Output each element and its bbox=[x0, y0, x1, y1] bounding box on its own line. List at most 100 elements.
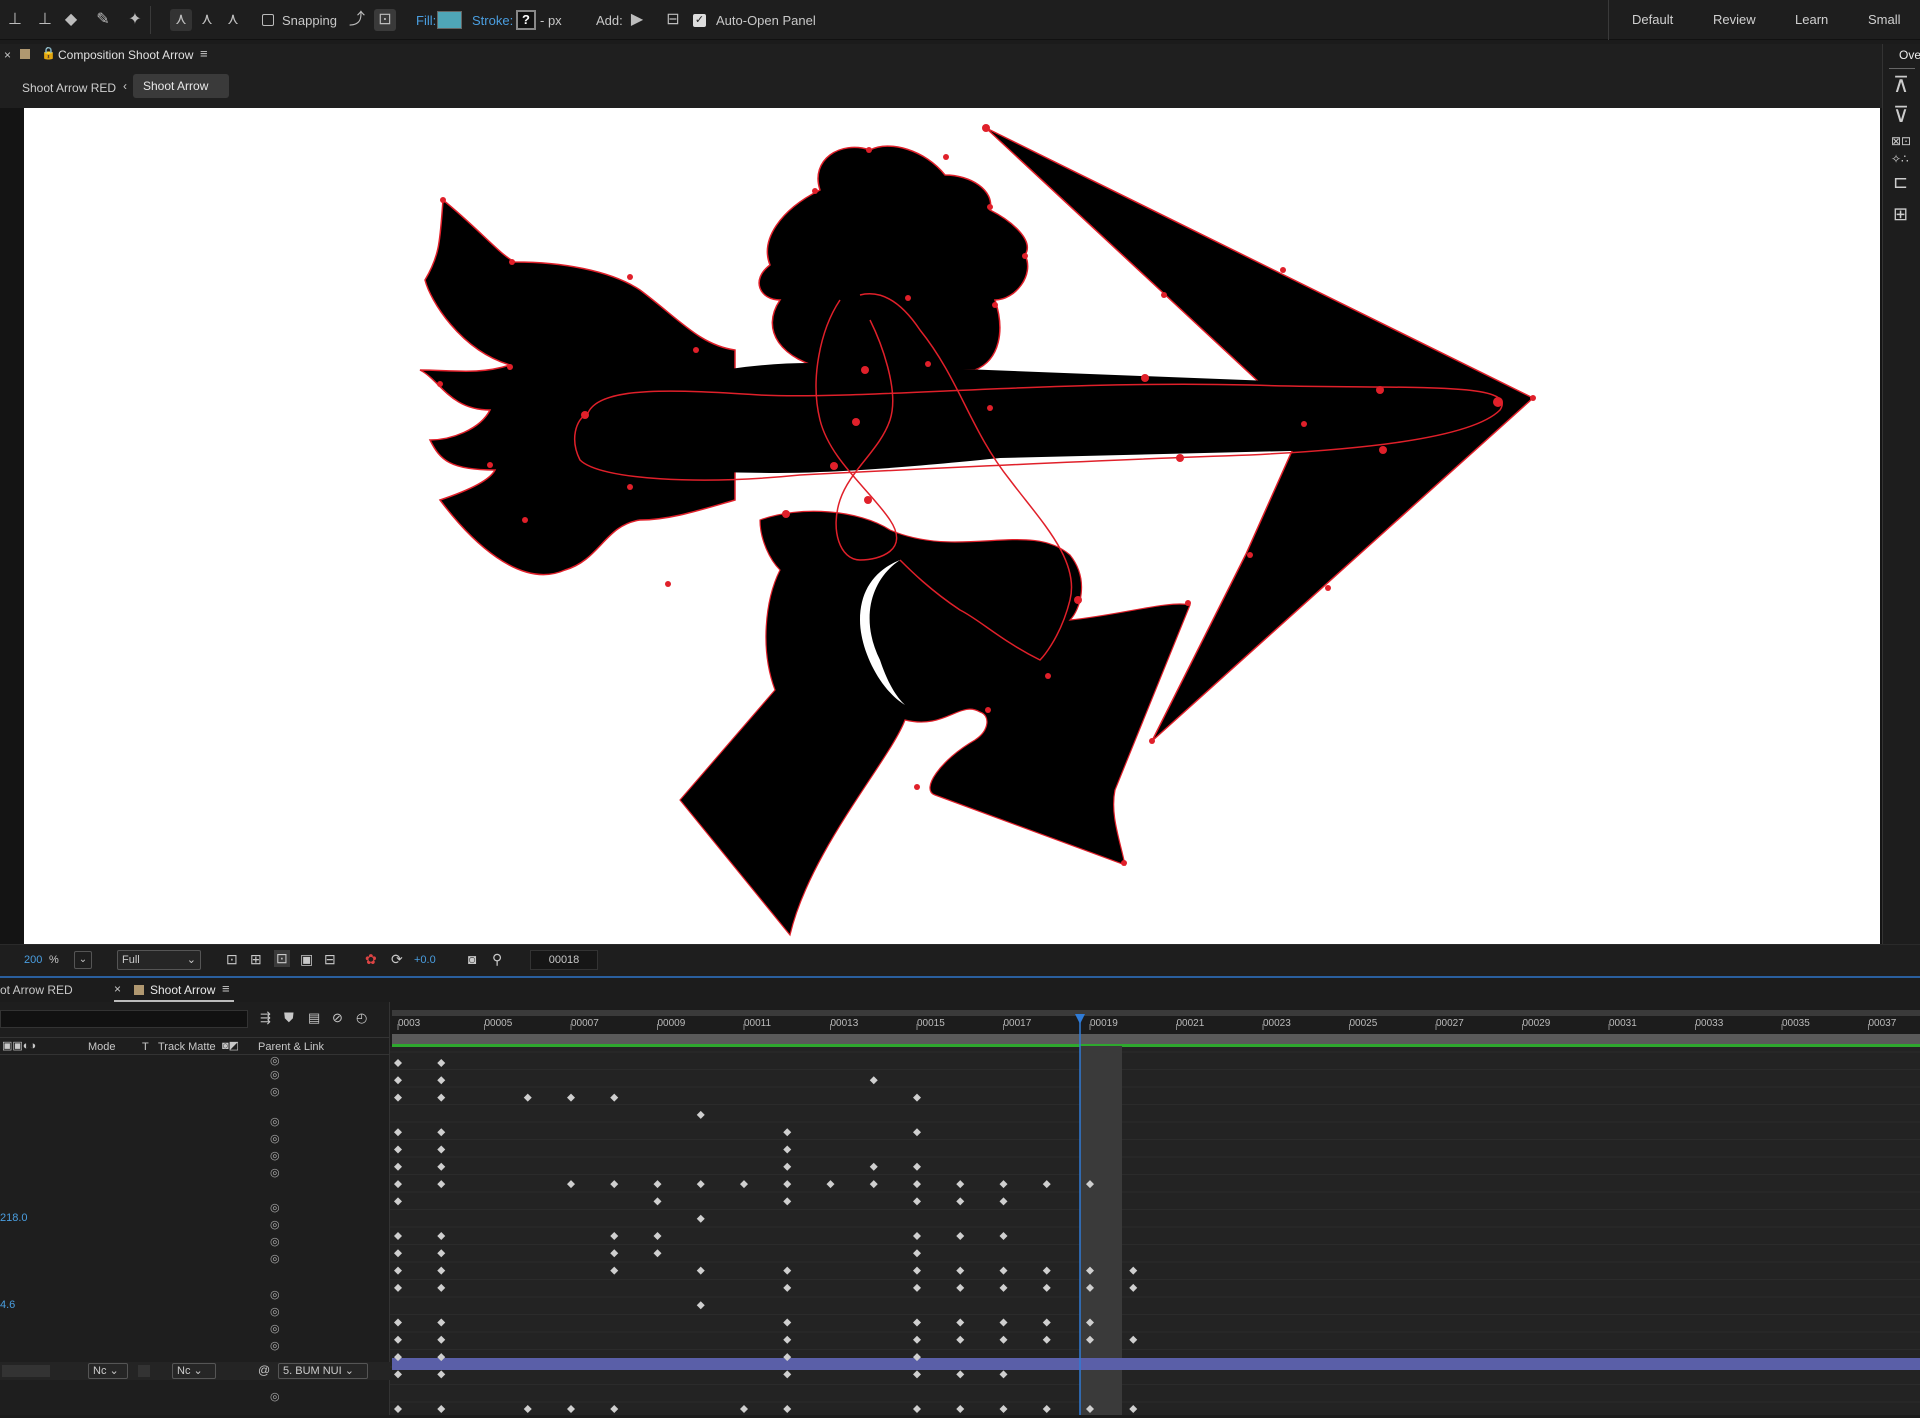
preserve-transparency-toggle[interactable] bbox=[138, 1365, 150, 1377]
axis-view-icon[interactable]: ⋏ bbox=[222, 9, 244, 31]
keyframe[interactable] bbox=[394, 1093, 402, 1102]
keyframe[interactable] bbox=[913, 1370, 921, 1379]
workspace-review[interactable]: Review bbox=[1713, 0, 1756, 40]
keyframe[interactable] bbox=[437, 1283, 446, 1292]
keyframe[interactable] bbox=[394, 1266, 402, 1275]
keyframe[interactable] bbox=[999, 1266, 1008, 1275]
workspace-default[interactable]: Default bbox=[1632, 0, 1673, 40]
guides-icon[interactable]: ⊟ bbox=[324, 951, 336, 968]
overview-tab[interactable]: Ove bbox=[1899, 48, 1920, 62]
color-channel-icon[interactable]: ✿ bbox=[365, 951, 377, 968]
keyframe[interactable] bbox=[1042, 1335, 1051, 1344]
keyframe[interactable] bbox=[437, 1249, 446, 1258]
keyframe[interactable] bbox=[1042, 1318, 1051, 1327]
keyframe[interactable] bbox=[437, 1405, 446, 1413]
keyframe[interactable] bbox=[956, 1370, 965, 1379]
keyframe[interactable] bbox=[913, 1335, 921, 1344]
keyframe[interactable] bbox=[1042, 1283, 1051, 1292]
stopwatch-icon[interactable]: ◎ bbox=[270, 1390, 280, 1403]
layer-search-input[interactable] bbox=[0, 1010, 248, 1028]
layer-row[interactable]: Nc ⌄ Nc ⌄ @ 5. BUM NUI ⌄ bbox=[0, 1362, 390, 1380]
stopwatch-icon[interactable]: ◎ bbox=[270, 1054, 280, 1067]
zoom-dropdown-chevron-icon[interactable]: ⌄ bbox=[74, 951, 92, 969]
keyframe[interactable] bbox=[783, 1266, 792, 1275]
keyframe[interactable] bbox=[956, 1197, 965, 1206]
lock-icon[interactable]: 🔒 bbox=[41, 46, 56, 60]
keyframe[interactable] bbox=[999, 1370, 1008, 1379]
add-layer-icon[interactable]: ⊞ bbox=[1893, 204, 1908, 225]
eraser-tool-icon[interactable]: ◆ bbox=[60, 9, 82, 31]
add-property-button-icon[interactable]: ▶ bbox=[626, 9, 648, 31]
workspace-small-screen[interactable]: Small Scre bbox=[1868, 0, 1920, 67]
stroke-swatch[interactable]: ? bbox=[516, 10, 536, 30]
keyframe[interactable] bbox=[1129, 1266, 1138, 1275]
axis-local-icon[interactable]: ⋏ bbox=[170, 9, 192, 31]
composition-canvas[interactable] bbox=[24, 108, 1880, 944]
keyframe[interactable] bbox=[394, 1249, 402, 1258]
keyframe[interactable] bbox=[437, 1145, 446, 1154]
keyframe[interactable] bbox=[1042, 1405, 1051, 1413]
keyframe[interactable] bbox=[999, 1318, 1008, 1327]
keyframe[interactable] bbox=[437, 1128, 446, 1137]
keyframe[interactable] bbox=[956, 1405, 965, 1413]
keyframe[interactable] bbox=[826, 1180, 835, 1189]
keyframe[interactable] bbox=[956, 1335, 965, 1344]
keyframe[interactable] bbox=[437, 1162, 446, 1171]
keyframe[interactable] bbox=[394, 1076, 402, 1085]
keyframe[interactable] bbox=[999, 1180, 1008, 1189]
keyframe[interactable] bbox=[783, 1180, 792, 1189]
keyframe[interactable] bbox=[653, 1249, 662, 1258]
keyframe[interactable] bbox=[437, 1318, 446, 1327]
keyframe[interactable] bbox=[437, 1093, 446, 1102]
keyframe[interactable] bbox=[783, 1335, 792, 1344]
stopwatch-icon[interactable]: ◎ bbox=[270, 1201, 280, 1214]
breadcrumb-parent[interactable]: Shoot Arrow RED bbox=[22, 81, 116, 95]
keyframe[interactable] bbox=[999, 1405, 1008, 1413]
composition-viewer[interactable] bbox=[0, 108, 1882, 944]
keyframe[interactable] bbox=[394, 1145, 402, 1154]
keyframe[interactable] bbox=[394, 1059, 402, 1067]
keyframe[interactable] bbox=[1129, 1283, 1138, 1292]
keyframe[interactable] bbox=[653, 1232, 662, 1240]
keyframe[interactable] bbox=[394, 1405, 402, 1413]
frame-blending-icon[interactable]: ⊘ bbox=[332, 1010, 343, 1026]
keyframe[interactable] bbox=[913, 1093, 921, 1102]
keyframe[interactable] bbox=[437, 1059, 446, 1067]
comp-mini-flowchart-icon[interactable]: ⇶ bbox=[260, 1010, 271, 1026]
anchor-tool-icon[interactable]: ✧∴ bbox=[1891, 152, 1909, 166]
keyframe[interactable] bbox=[740, 1180, 748, 1189]
keyframe[interactable] bbox=[783, 1370, 792, 1379]
col-track-matte-header[interactable]: Track Matte bbox=[158, 1041, 216, 1053]
col-t-header[interactable]: T bbox=[142, 1041, 149, 1053]
stopwatch-icon[interactable]: ◎ bbox=[270, 1218, 280, 1231]
stopwatch-icon[interactable]: ◎ bbox=[270, 1166, 280, 1179]
fill-swatch-wrap[interactable] bbox=[437, 0, 462, 40]
layer-mode-dropdown[interactable]: Nc ⌄ bbox=[88, 1363, 128, 1379]
current-time-field[interactable]: 00018 bbox=[530, 950, 598, 970]
keyframe[interactable] bbox=[869, 1162, 878, 1171]
panel-toggle-icon[interactable]: ⊟ bbox=[662, 9, 684, 31]
pan-behind-tool-icon[interactable]: ⊥ bbox=[4, 9, 26, 31]
col-parent-header[interactable]: Parent & Link bbox=[258, 1041, 324, 1053]
keyframe[interactable] bbox=[913, 1232, 921, 1240]
keyframe[interactable] bbox=[956, 1283, 965, 1292]
keyframe[interactable] bbox=[610, 1180, 619, 1189]
transparency-grid-icon[interactable]: ⊞ bbox=[250, 951, 262, 968]
keyframe[interactable] bbox=[1042, 1180, 1051, 1189]
axis-world-icon[interactable]: ⋏ bbox=[196, 9, 218, 31]
resolution-dropdown[interactable]: Full ⌄ bbox=[117, 950, 201, 970]
keyframe[interactable] bbox=[783, 1162, 792, 1171]
stopwatch-icon[interactable]: ◎ bbox=[270, 1305, 280, 1318]
keyframe[interactable] bbox=[610, 1249, 619, 1258]
stopwatch-icon[interactable]: ◎ bbox=[270, 1235, 280, 1248]
layer-matte-dropdown[interactable]: Nc ⌄ bbox=[172, 1363, 216, 1379]
keyframe[interactable] bbox=[653, 1197, 662, 1206]
reset-exposure-icon[interactable]: ⟳ bbox=[391, 951, 403, 968]
keyframe[interactable] bbox=[999, 1197, 1008, 1206]
keyframe[interactable] bbox=[783, 1318, 792, 1327]
keyframe[interactable] bbox=[394, 1335, 402, 1344]
keyframe[interactable] bbox=[913, 1405, 921, 1413]
keyframe[interactable] bbox=[913, 1180, 921, 1189]
keyframe[interactable] bbox=[783, 1405, 792, 1413]
keyframe[interactable] bbox=[913, 1266, 921, 1275]
